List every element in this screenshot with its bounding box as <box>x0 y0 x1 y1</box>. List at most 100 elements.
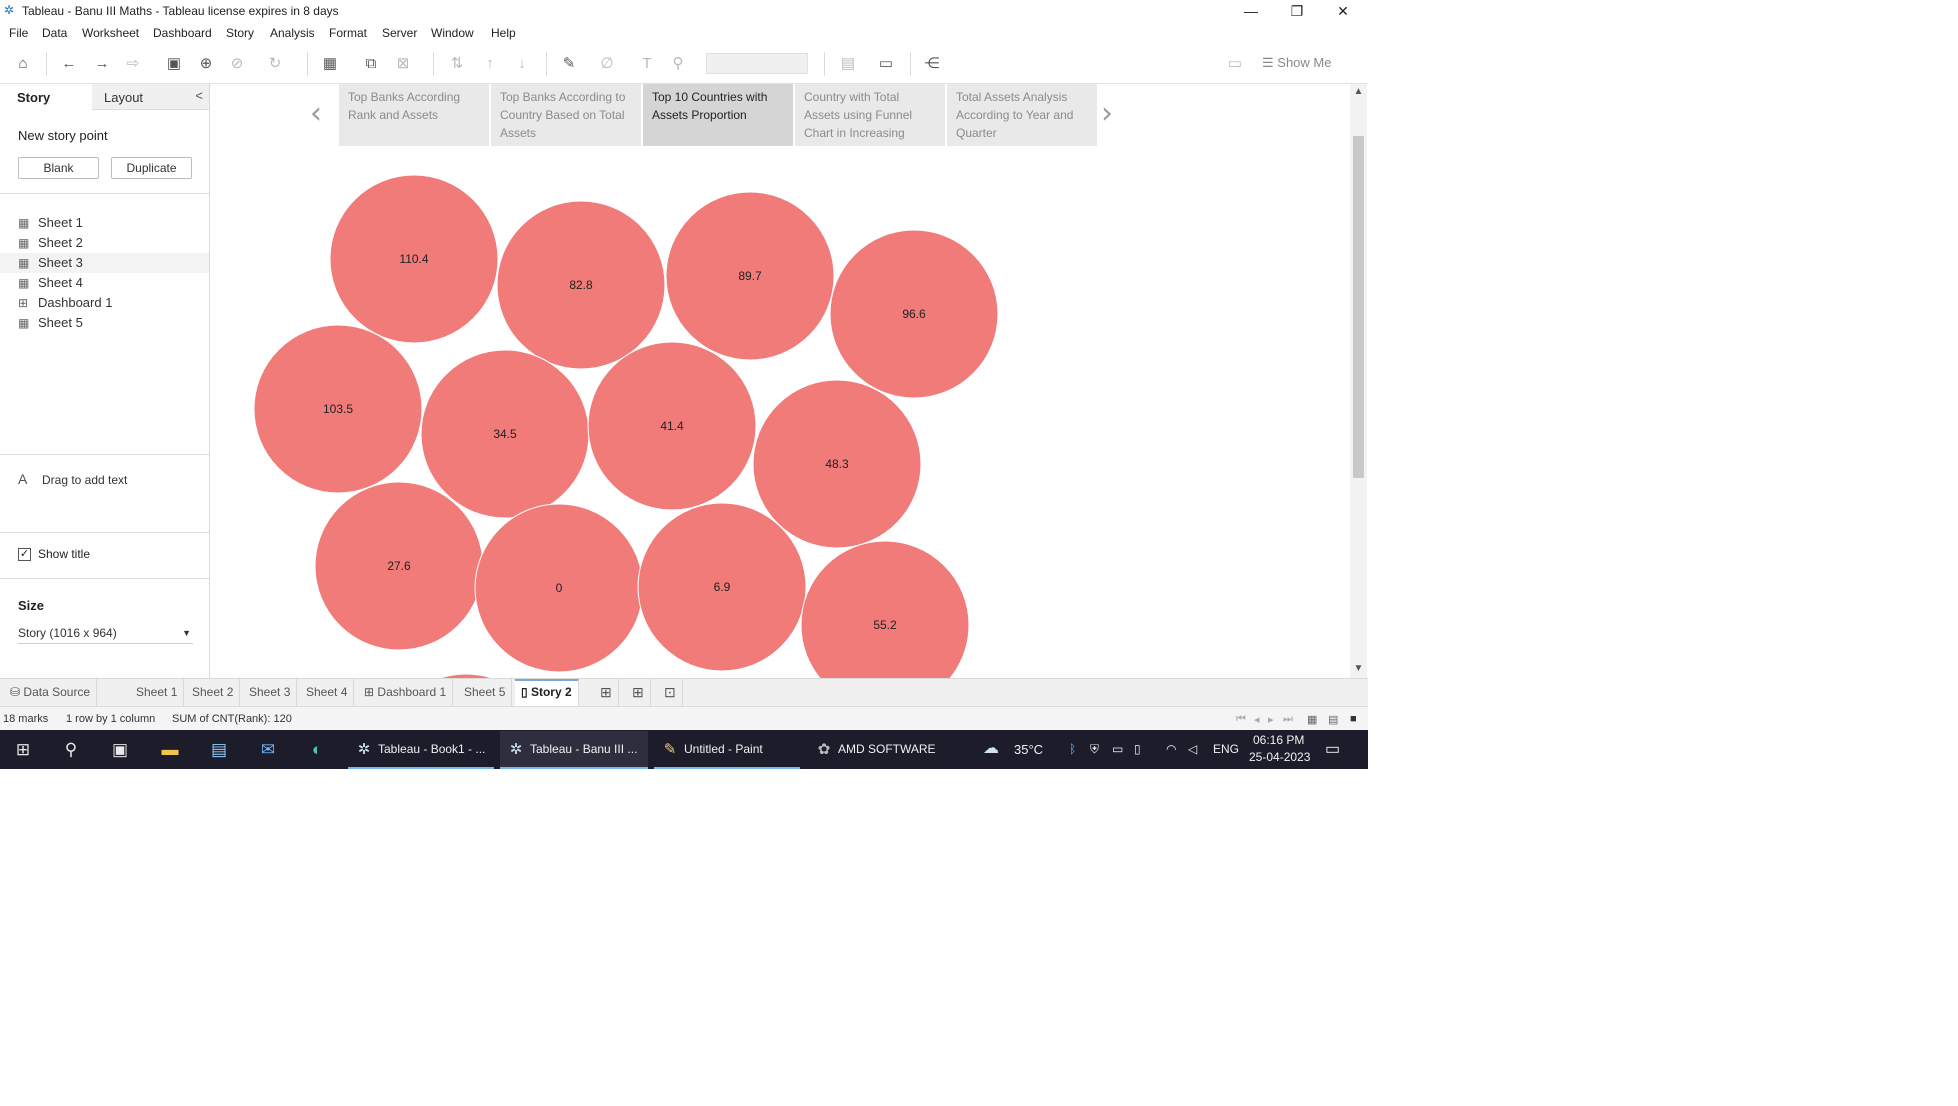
sheet-item-sheet-2[interactable]: ▦ Sheet 2 <box>18 233 83 253</box>
sheet-item-sheet-3[interactable]: ▦ Sheet 3 <box>0 253 209 273</box>
edge-browser-icon[interactable]: ◐ <box>304 737 330 763</box>
swap-icon[interactable]: ⇅ <box>447 54 467 74</box>
labels-icon[interactable]: T <box>637 54 657 74</box>
clock-time[interactable]: 06:16 PM <box>1253 733 1304 747</box>
battery-icon[interactable]: ▯ <box>1134 742 1141 756</box>
pane-icon[interactable]: ▭ <box>1225 54 1245 74</box>
share-icon[interactable]: ⋲ <box>922 54 942 74</box>
duplicate-sheet-icon[interactable]: ⧉ <box>361 54 381 74</box>
search-icon[interactable]: ⚲ <box>58 737 84 763</box>
tab-story-2[interactable]: ▯ Story 2 <box>515 679 579 706</box>
tab-sheet-4[interactable]: Sheet 4 <box>300 679 355 706</box>
save-icon[interactable]: ▣ <box>164 54 184 74</box>
filmstrip-view-icon[interactable]: ▤ <box>1328 713 1338 726</box>
tab-data-source[interactable]: ⛁ Data Source <box>4 679 98 706</box>
tab-sheet-5[interactable]: Sheet 5 <box>458 679 513 706</box>
tab-sheet-2[interactable]: Sheet 2 <box>186 679 241 706</box>
first-page-icon[interactable]: ⏮ <box>1236 713 1246 726</box>
sort-descending-icon[interactable]: ↓ <box>512 54 532 74</box>
story-point-2[interactable]: Top Banks According to Country Based on … <box>491 84 641 146</box>
taskbar-app-amd[interactable]: ✿ AMD SOFTWARE <box>808 731 954 769</box>
next-story-point-icon[interactable]: › <box>1101 96 1113 131</box>
menu-server[interactable]: Server <box>382 26 417 40</box>
new-story-tab-icon[interactable]: ⊡ <box>658 679 683 706</box>
tab-dashboard-1[interactable]: ⊞ Dashboard 1 <box>358 679 454 706</box>
windows-start-icon[interactable]: ⊞ <box>10 737 36 763</box>
highlight-icon[interactable]: ✎ <box>559 54 579 74</box>
prev-page-icon[interactable]: ◂ <box>1254 713 1260 726</box>
mail-icon[interactable]: ✉ <box>255 737 281 763</box>
security-icon[interactable]: ⛨ <box>1090 742 1099 757</box>
menu-analysis[interactable]: Analysis <box>270 26 315 40</box>
undo-icon[interactable]: ← <box>59 54 79 74</box>
redo-icon[interactable]: → <box>92 54 112 74</box>
restore-button[interactable]: ❐ <box>1274 0 1320 22</box>
bubble-mark[interactable] <box>800 540 970 678</box>
story-point-1[interactable]: Top Banks According Rank and Assets <box>339 84 489 146</box>
volume-icon[interactable]: ◁ <box>1188 742 1197 756</box>
weather-temperature[interactable]: 35°C <box>1014 742 1043 757</box>
new-dashboard-tab-icon[interactable]: ⊞ <box>626 679 651 706</box>
tab-story[interactable]: Story <box>0 84 92 110</box>
story-point-5[interactable]: Total Assets Analysis According to Year … <box>947 84 1097 146</box>
vertical-scrollbar[interactable]: ▲ ▼ <box>1350 84 1367 678</box>
new-worksheet-icon[interactable]: ▦ <box>320 54 340 74</box>
new-worksheet-tab-icon[interactable]: ⊞ <box>594 679 619 706</box>
show-title-checkbox[interactable]: ✓ <box>18 548 31 561</box>
bluetooth-icon[interactable]: ᛒ <box>1069 742 1076 756</box>
menu-story[interactable]: Story <box>226 26 254 40</box>
last-page-icon[interactable]: ⏭ <box>1283 713 1293 726</box>
tab-sheet-1[interactable]: Sheet 1 <box>130 679 185 706</box>
menu-window[interactable]: Window <box>431 26 474 40</box>
sort-ascending-icon[interactable]: ↑ <box>480 54 500 74</box>
fit-dropdown[interactable] <box>706 53 808 74</box>
tab-layout[interactable]: Layout < <box>92 84 209 110</box>
scroll-down-icon[interactable]: ▼ <box>1353 663 1364 674</box>
minimize-button[interactable]: — <box>1228 0 1274 22</box>
duplicate-button[interactable]: Duplicate <box>111 157 192 179</box>
group-icon[interactable]: ∅ <box>597 54 617 74</box>
pause-updates-icon[interactable]: ⊘ <box>227 54 247 74</box>
tab-view-icon[interactable]: ■ <box>1350 713 1357 725</box>
taskbar-app-tableau-banu[interactable]: ✲ Tableau - Banu III ... <box>500 731 648 769</box>
pin-icon[interactable]: ⚲ <box>668 54 688 74</box>
new-data-source-icon[interactable]: ⊕ <box>196 54 216 74</box>
tab-sheet-3[interactable]: Sheet 3 <box>243 679 298 706</box>
show-cards-icon[interactable]: ▤ <box>838 54 858 74</box>
previous-story-point-icon[interactable]: ‹ <box>310 96 322 131</box>
blank-button[interactable]: Blank <box>18 157 99 179</box>
wifi-icon[interactable]: ◠ <box>1166 742 1176 756</box>
grid-view-icon[interactable]: ▦ <box>1307 713 1317 726</box>
clear-sheet-icon[interactable]: ⊠ <box>393 54 413 74</box>
menu-dashboard[interactable]: Dashboard <box>153 26 212 40</box>
collapse-icon[interactable]: < <box>195 88 203 103</box>
language-indicator[interactable]: ENG <box>1213 742 1239 756</box>
weather-icon[interactable]: ☁ <box>983 738 999 758</box>
display-icon[interactable]: ▭ <box>1112 742 1123 756</box>
sheet-item-sheet-4[interactable]: ▦ Sheet 4 <box>18 273 83 293</box>
scroll-up-icon[interactable]: ▲ <box>1353 86 1364 97</box>
story-point-4[interactable]: Country with Total Assets using Funnel C… <box>795 84 945 146</box>
close-button[interactable]: ✕ <box>1320 0 1366 22</box>
taskbar-app-tableau-book1[interactable]: ✲ Tableau - Book1 - ... <box>348 731 494 769</box>
menu-file[interactable]: File <box>9 26 28 40</box>
drag-to-add-text[interactable]: Drag to add text <box>42 473 127 487</box>
scrollbar-thumb[interactable] <box>1353 136 1364 478</box>
refresh-icon[interactable]: ↻ <box>265 54 285 74</box>
sheet-item-sheet-5[interactable]: ▦ Sheet 5 <box>18 313 83 333</box>
menu-worksheet[interactable]: Worksheet <box>82 26 139 40</box>
sheet-item-dashboard-1[interactable]: ⊞ Dashboard 1 <box>18 293 112 313</box>
size-select[interactable]: Story (1016 x 964) ▼ <box>18 622 193 644</box>
replay-icon[interactable]: ⇨ <box>123 54 143 74</box>
story-point-3[interactable]: Top 10 Countries with Assets Proportion <box>643 84 793 146</box>
presentation-icon[interactable]: ▭ <box>876 54 896 74</box>
menu-data[interactable]: Data <box>42 26 67 40</box>
store-icon[interactable]: ▤ <box>206 737 232 763</box>
sheet-item-sheet-1[interactable]: ▦ Sheet 1 <box>18 213 83 233</box>
menu-help[interactable]: Help <box>491 26 516 40</box>
notifications-icon[interactable]: ▭ <box>1325 739 1340 759</box>
menu-format[interactable]: Format <box>329 26 367 40</box>
next-page-icon[interactable]: ▸ <box>1268 713 1274 726</box>
home-icon[interactable]: ⌂ <box>13 54 33 74</box>
show-me-button[interactable]: ☰ Show Me <box>1262 55 1331 71</box>
